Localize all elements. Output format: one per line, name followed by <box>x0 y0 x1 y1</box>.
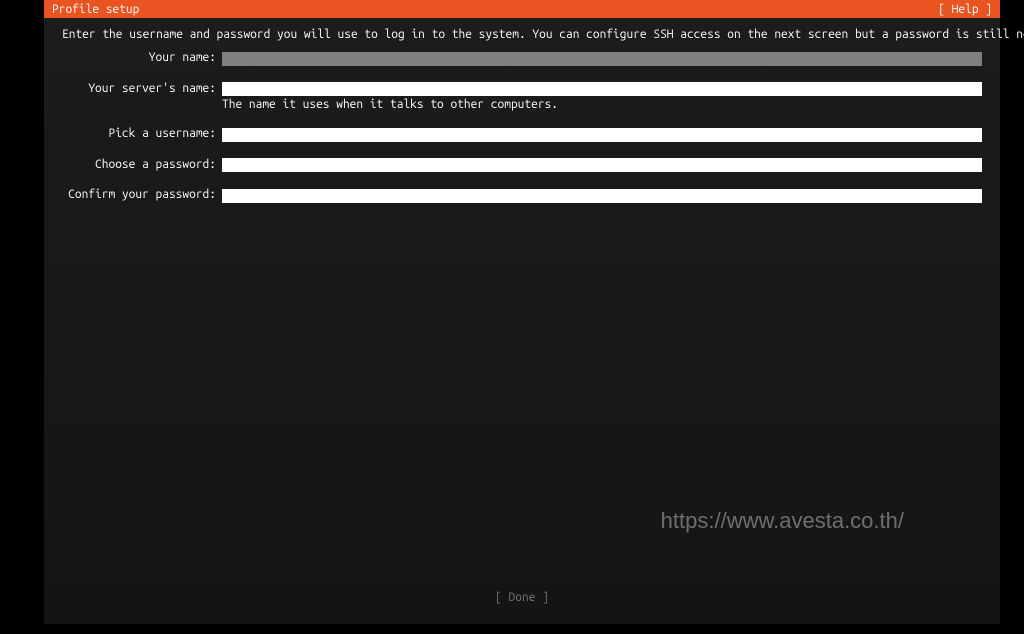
bezel-left <box>0 0 44 634</box>
server-name-input[interactable] <box>222 82 982 96</box>
label-your-name: Your name: <box>62 51 222 65</box>
header-bar: Profile setup [ Help ] <box>44 0 1000 18</box>
footer: [ Done ] <box>44 591 1000 604</box>
username-input[interactable] <box>222 128 982 142</box>
label-server-name: Your server's name: <box>62 82 222 96</box>
form-row-confirm: Confirm your password: <box>62 188 982 203</box>
help-button[interactable]: [ Help ] <box>938 3 992 16</box>
done-button[interactable]: [ Done ] <box>495 591 549 604</box>
page-title: Profile setup <box>52 3 139 16</box>
form-row-username: Pick a username: <box>62 127 982 142</box>
bezel-bottom <box>0 624 1024 634</box>
label-username: Pick a username: <box>62 127 222 141</box>
installer-screen: Profile setup [ Help ] Enter the usernam… <box>44 0 1000 624</box>
form-row-server: Your server's name: The name it uses whe… <box>62 82 982 112</box>
instructions-text: Enter the username and password you will… <box>62 28 982 41</box>
confirm-password-input[interactable] <box>222 189 982 203</box>
password-input[interactable] <box>222 158 982 172</box>
label-confirm-password: Confirm your password: <box>62 188 222 202</box>
bezel-right <box>1000 0 1024 634</box>
your-name-input[interactable] <box>222 52 982 66</box>
form-row-name: Your name: <box>62 51 982 66</box>
content-area: Enter the username and password you will… <box>44 18 1000 624</box>
server-name-hint: The name it uses when it talks to other … <box>222 98 982 111</box>
label-password: Choose a password: <box>62 158 222 172</box>
form-row-password: Choose a password: <box>62 158 982 173</box>
